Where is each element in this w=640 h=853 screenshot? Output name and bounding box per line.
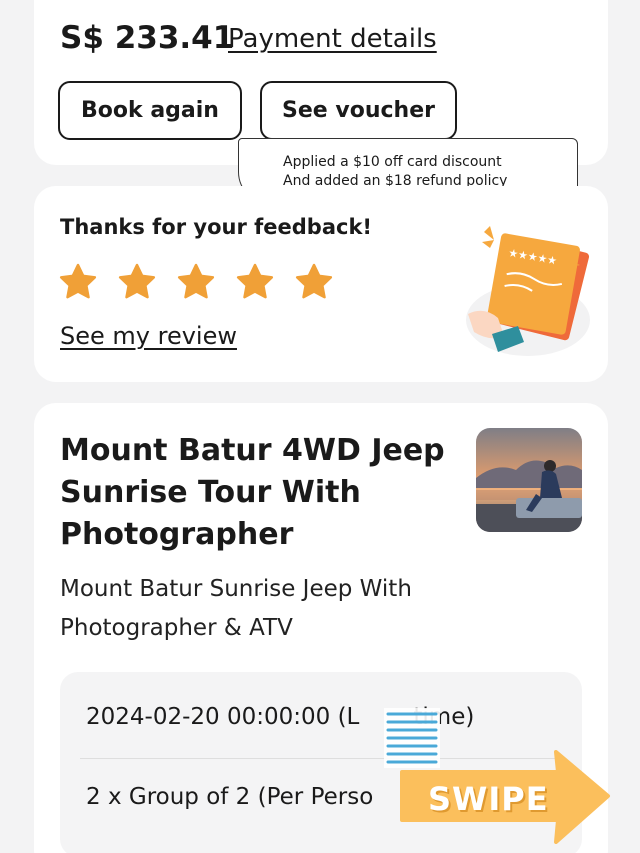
activity-title[interactable]: Mount Batur 4WD Jeep Sunrise Tour With P… <box>60 430 470 556</box>
booking-date-text: 2024-02-20 00:00:00 (L <box>86 704 360 730</box>
see-my-review-link[interactable]: See my review <box>60 322 237 350</box>
annotation-line-1: Applied a $10 off card discount <box>283 154 502 170</box>
star-icon <box>295 263 333 299</box>
star-icon <box>118 263 156 299</box>
star-icon <box>59 263 97 299</box>
swipe-label: SWIPE <box>428 780 549 818</box>
review-gift-illustration: ★★★★★ + <box>466 226 590 356</box>
swipe-arrow-sticker: SWIPE <box>398 750 612 844</box>
svg-text:+: + <box>572 260 580 271</box>
star-rating <box>58 262 334 302</box>
order-price: S$ 233.41 <box>60 20 235 56</box>
book-again-button[interactable]: Book again <box>58 81 242 140</box>
star-icon <box>236 263 274 299</box>
activity-package: Mount Batur Sunrise Jeep With Photograph… <box>60 576 412 641</box>
feedback-title: Thanks for your feedback! <box>60 215 372 239</box>
activity-thumbnail[interactable] <box>476 428 582 532</box>
star-icon <box>177 263 215 299</box>
payment-details-link[interactable]: Payment details <box>228 24 437 54</box>
see-voucher-button[interactable]: See voucher <box>260 81 457 140</box>
booking-group: 2 x Group of 2 (Per Perso <box>86 784 374 810</box>
